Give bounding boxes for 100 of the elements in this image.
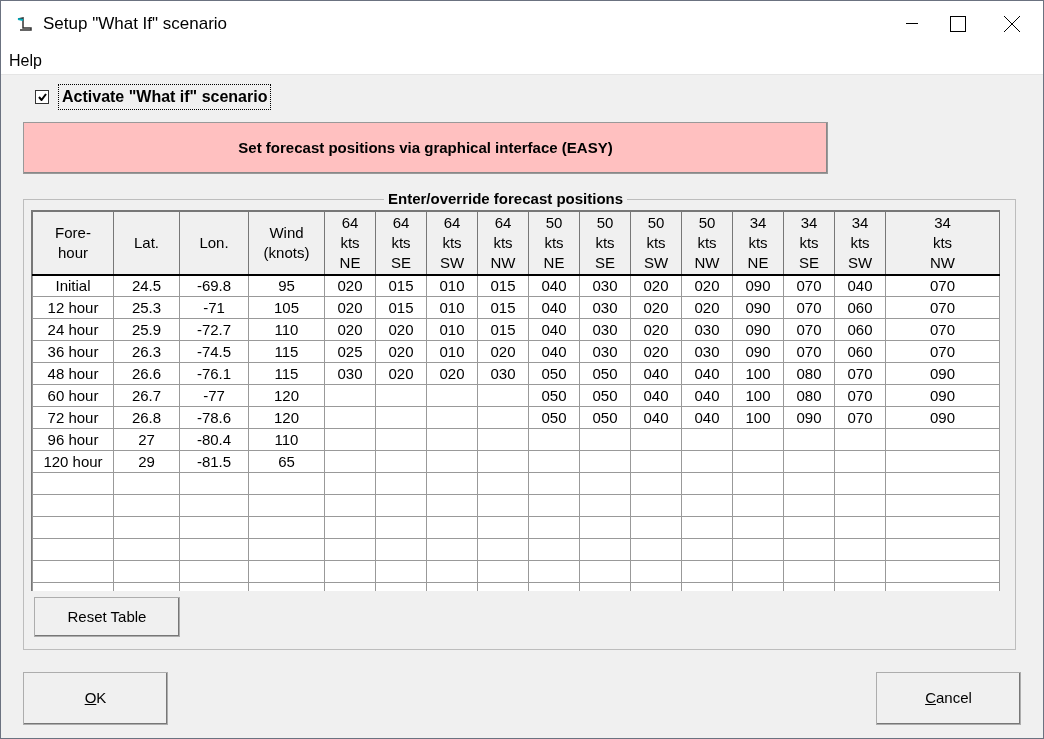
group-title: Enter/override forecast positions (384, 190, 628, 208)
table-cell: 110 (248, 318, 325, 341)
table-cell: 040 (681, 384, 733, 407)
table-cell: 040 (834, 274, 886, 297)
table-cell: 26.8 (113, 406, 180, 429)
table-cell: 020 (630, 274, 682, 297)
cancel-button[interactable]: Cancel (876, 672, 1021, 725)
app-icon (17, 17, 33, 31)
table-cell: 120 (248, 384, 325, 407)
checkmark-icon (37, 93, 47, 101)
table-cell: 105 (248, 296, 325, 319)
table-cell: 25.9 (113, 318, 180, 341)
table-cell: 070 (783, 296, 835, 319)
table-cell: 070 (783, 274, 835, 297)
table-cell: 040 (630, 362, 682, 385)
table-cell: 040 (528, 340, 580, 363)
table-cell: 090 (732, 274, 784, 297)
table-cell: -74.5 (179, 340, 249, 363)
table-cell: 090 (732, 296, 784, 319)
table-cell: 060 (834, 340, 886, 363)
column-header: 50 kts SW (630, 211, 682, 275)
table-cell: 29 (113, 450, 180, 473)
table-cell: 115 (248, 362, 325, 385)
table-cell: 020 (324, 296, 376, 319)
table-cell: 020 (681, 274, 733, 297)
table-cell: 020 (630, 340, 682, 363)
table-cell: 72 hour (32, 406, 114, 429)
column-header: 64 kts SW (426, 211, 478, 275)
table-cell: 040 (681, 362, 733, 385)
table-cell: 015 (375, 296, 427, 319)
table-cell: 115 (248, 340, 325, 363)
table-cell: 050 (528, 362, 580, 385)
table-cell: 015 (477, 318, 529, 341)
table-cell: 030 (477, 362, 529, 385)
table-cell: 010 (426, 318, 478, 341)
table-cell: 080 (783, 362, 835, 385)
graphical-interface-button[interactable]: Set forecast positions via graphical interface (EASY) (23, 122, 828, 174)
table-cell: 060 (834, 296, 886, 319)
table-cell: 090 (783, 406, 835, 429)
table-cell: 040 (528, 318, 580, 341)
table-cell: 060 (834, 318, 886, 341)
table-cell: 090 (885, 406, 1000, 429)
table-cell: 090 (885, 362, 1000, 385)
table-cell: 48 hour (32, 362, 114, 385)
column-header: 64 kts SE (375, 211, 427, 275)
table-cell: 100 (732, 384, 784, 407)
table-cell: 030 (579, 274, 631, 297)
table-cell: 030 (579, 318, 631, 341)
close-icon (1004, 16, 1020, 32)
table-cell: 020 (324, 318, 376, 341)
table-cell: 010 (426, 296, 478, 319)
table-cell: 025 (324, 340, 376, 363)
maximize-icon (950, 16, 966, 32)
table-cell: Initial (32, 274, 114, 297)
table-cell: 010 (426, 274, 478, 297)
table-cell: 050 (528, 384, 580, 407)
table-cell: 030 (681, 318, 733, 341)
table-cell: 36 hour (32, 340, 114, 363)
table-cell: 60 hour (32, 384, 114, 407)
ok-button[interactable]: OK (23, 672, 168, 725)
table-cell: -71 (179, 296, 249, 319)
table-cell: 050 (579, 362, 631, 385)
activate-checkbox[interactable] (35, 90, 49, 104)
table-cell: 070 (834, 362, 886, 385)
table-cell: 26.7 (113, 384, 180, 407)
menu-item[interactable]: Help (1, 48, 50, 73)
table-cell: 100 (732, 406, 784, 429)
table-cell: 090 (732, 340, 784, 363)
table-cell: 120 hour (32, 450, 114, 473)
table-cell: 070 (834, 384, 886, 407)
column-header: 34 kts NE (732, 211, 784, 275)
table-cell: 070 (783, 340, 835, 363)
table-cell: 015 (477, 274, 529, 297)
column-header: 50 kts NW (681, 211, 733, 275)
table-cell: 100 (732, 362, 784, 385)
table-cell: 090 (885, 384, 1000, 407)
table-cell: 030 (579, 340, 631, 363)
table-cell: 110 (248, 428, 325, 451)
table-cell: 070 (885, 296, 1000, 319)
table-cell: 26.3 (113, 340, 180, 363)
table-cell: 080 (783, 384, 835, 407)
table-cell: 050 (579, 384, 631, 407)
table-cell: 015 (477, 296, 529, 319)
activate-label[interactable]: Activate "What if" scenario (58, 84, 272, 110)
table-cell: 040 (630, 406, 682, 429)
table-cell: 050 (579, 406, 631, 429)
table-cell: 020 (426, 362, 478, 385)
table-cell: 010 (426, 340, 478, 363)
table-cell: -72.7 (179, 318, 249, 341)
table-cell: 090 (732, 318, 784, 341)
table-cell: 020 (477, 340, 529, 363)
table-cell: -81.5 (179, 450, 249, 473)
column-header: 34 kts SE (783, 211, 835, 275)
table-cell: 24 hour (32, 318, 114, 341)
table-cell: 020 (630, 296, 682, 319)
table-cell: 030 (579, 296, 631, 319)
table-cell: 020 (375, 362, 427, 385)
table-cell: 070 (783, 318, 835, 341)
reset-table-button[interactable]: Reset Table (34, 597, 180, 637)
table-cell: 26.6 (113, 362, 180, 385)
